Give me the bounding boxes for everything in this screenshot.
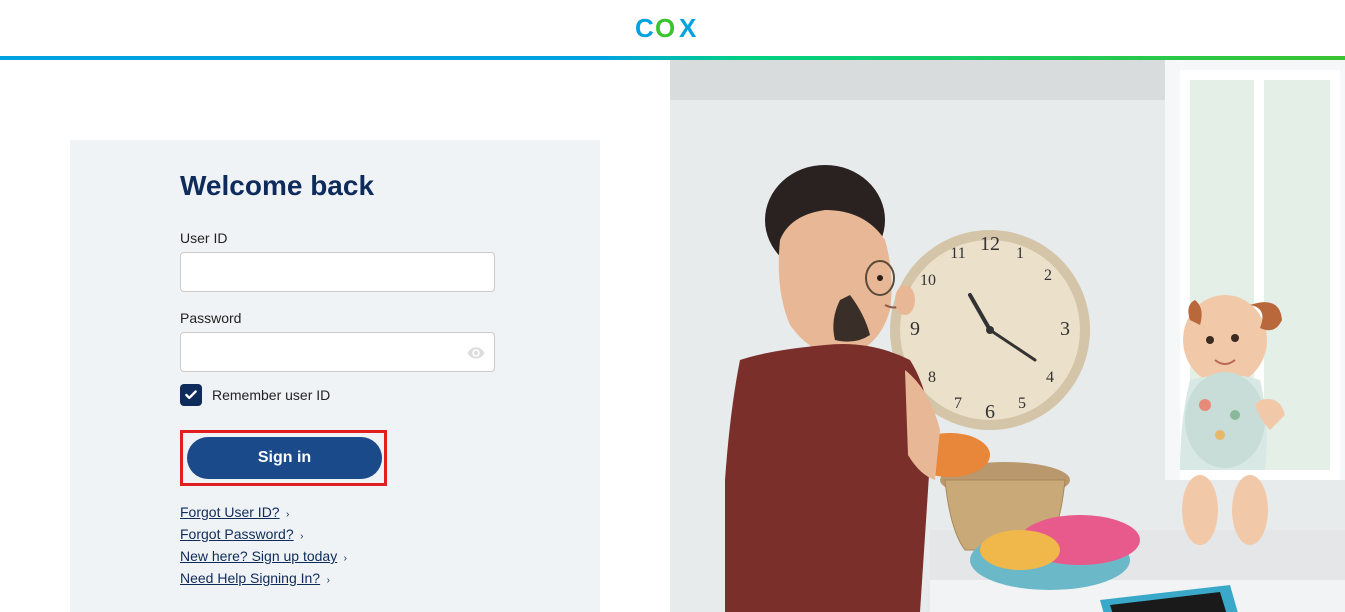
svg-text:X: X: [679, 15, 697, 41]
svg-text:7: 7: [954, 395, 962, 412]
svg-text:11: 11: [950, 245, 965, 262]
hero-image: 12 1 2 3 4 5 6 7 8 9 10 11: [670, 60, 1345, 612]
svg-text:4: 4: [1046, 369, 1054, 386]
svg-text:C: C: [635, 15, 654, 41]
signin-button[interactable]: Sign in: [187, 437, 382, 479]
signin-highlight-box: Sign in: [180, 430, 387, 486]
svg-text:12: 12: [980, 233, 1000, 255]
help-links: Forgot User ID? › Forgot Password? › New…: [180, 504, 490, 588]
svg-text:2: 2: [1044, 267, 1052, 284]
user-id-input[interactable]: [180, 252, 495, 292]
header: C O X: [0, 0, 1345, 56]
svg-text:1: 1: [1016, 245, 1024, 262]
sign-up-link[interactable]: New here? Sign up today: [180, 548, 337, 564]
svg-text:3: 3: [1060, 318, 1070, 340]
svg-text:10: 10: [920, 272, 936, 289]
signin-card: Welcome back User ID Password Remember u…: [70, 140, 600, 612]
show-password-icon[interactable]: [467, 344, 485, 362]
remember-checkbox[interactable]: [180, 384, 202, 406]
forgot-user-id-link[interactable]: Forgot User ID?: [180, 504, 280, 520]
svg-text:O: O: [655, 15, 675, 41]
page-title: Welcome back: [180, 170, 490, 202]
svg-text:8: 8: [928, 369, 936, 386]
left-column: Welcome back User ID Password Remember u…: [0, 60, 670, 612]
forgot-password-link[interactable]: Forgot Password?: [180, 526, 294, 542]
svg-text:5: 5: [1018, 395, 1026, 412]
chevron-right-icon: ›: [300, 531, 303, 542]
need-help-link[interactable]: Need Help Signing In?: [180, 570, 320, 586]
svg-text:9: 9: [910, 318, 920, 340]
remember-label: Remember user ID: [212, 387, 330, 403]
remember-row: Remember user ID: [180, 384, 490, 406]
cox-logo[interactable]: C O X: [635, 15, 711, 41]
svg-text:6: 6: [985, 401, 995, 423]
password-input[interactable]: [180, 332, 495, 372]
user-id-label: User ID: [180, 230, 490, 246]
chevron-right-icon: ›: [344, 553, 347, 564]
chevron-right-icon: ›: [327, 575, 330, 586]
password-label: Password: [180, 310, 490, 326]
chevron-right-icon: ›: [286, 509, 289, 520]
